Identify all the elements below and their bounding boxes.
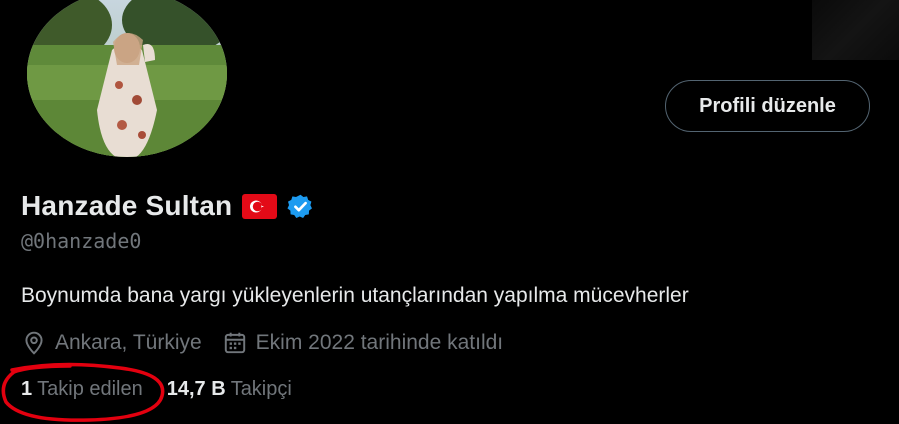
following-link[interactable]: 1 Takip edilen <box>21 378 143 401</box>
location-item: Ankara, Türkiye <box>21 330 202 356</box>
calendar-icon <box>224 332 245 354</box>
edit-profile-button[interactable]: Profili düzenle <box>665 80 870 132</box>
joined-text: Ekim 2022 tarihinde katıldı <box>255 331 504 354</box>
joined-item: Ekim 2022 tarihinde katıldı <box>222 330 503 356</box>
profile-avatar[interactable] <box>27 0 227 157</box>
followers-label: Takipçi <box>230 378 292 400</box>
following-label: Takip edilen <box>37 378 143 400</box>
profile-meta: Ankara, Türkiye Ekim 2022 tarihinde katı… <box>21 330 523 356</box>
location-pin-icon <box>25 331 43 355</box>
header-banner-edge <box>812 0 899 60</box>
follow-stats: 1 Takip edilen 14,7 B Takipçi <box>21 378 316 401</box>
verified-badge-icon[interactable] <box>287 193 314 220</box>
profile-name-row: Hanzade Sultan <box>21 190 314 222</box>
edit-profile-label: Profili düzenle <box>699 94 836 117</box>
avatar-photo <box>27 0 227 157</box>
followers-count: 14,7 B <box>166 378 226 400</box>
followers-link[interactable]: 14,7 B Takipçi <box>167 378 292 401</box>
following-count: 1 <box>21 378 33 400</box>
turkey-flag-icon <box>242 193 278 219</box>
profile-name: Hanzade Sultan <box>21 190 233 221</box>
profile-handle: @0hanzade0 <box>21 229 142 253</box>
location-text: Ankara, Türkiye <box>55 331 202 354</box>
profile-bio: Boynumda bana yargı yükleyenlerin utançl… <box>21 284 689 307</box>
